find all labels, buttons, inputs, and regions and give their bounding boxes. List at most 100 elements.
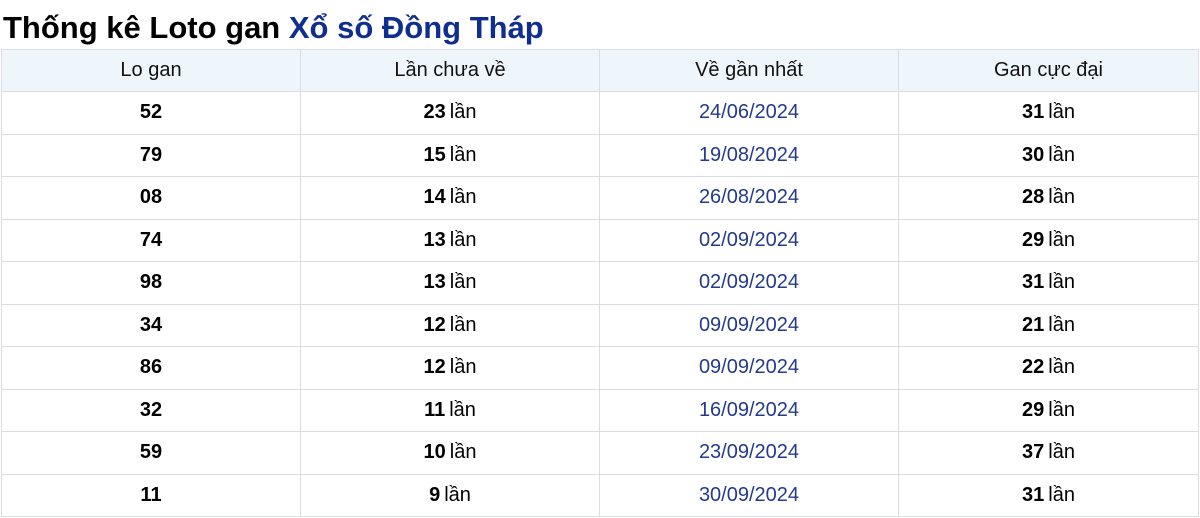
lan-chua-ve-unit: lần [449,101,477,124]
gan-cuc-dai-value: 31 [1022,271,1045,294]
gan-cuc-dai-value: 22 [1022,356,1045,379]
cell-lo-gan: 79 [1,133,301,177]
column-header-lan-chua-ve: Lần chưa về [300,49,600,92]
lan-chua-ve-value: 23 [423,101,446,124]
cell-ve-gan-nhat: 09/09/2024 [599,303,899,347]
gan-cuc-dai-value: 31 [1022,483,1045,506]
loto-gan-table: Lo gan Lần chưa về Về gần nhất Gan cực đ… [1,49,1199,517]
lan-chua-ve-value: 12 [423,356,446,379]
cell-lo-gan: 59 [1,431,301,475]
cell-lan-chua-ve: 11 lần [300,388,600,432]
gan-cuc-dai-unit: lần [1048,483,1075,506]
table-row: 98 13 lần 02/09/2024 31 lần [1,261,1199,305]
cell-ve-gan-nhat: 26/08/2024 [599,176,899,220]
lan-chua-ve-unit: lần [444,483,471,506]
lan-chua-ve-value: 9 [429,483,441,506]
cell-gan-cuc-dai: 22 lần [898,346,1199,390]
table-row: 79 15 lần 19/08/2024 30 lần [1,133,1199,177]
table-row: 11 9 lần 30/09/2024 31 lần [1,473,1199,517]
cell-lan-chua-ve: 13 lần [300,261,600,305]
cell-ve-gan-nhat: 24/06/2024 [599,91,899,135]
lan-chua-ve-value: 11 [424,398,446,421]
gan-cuc-dai-value: 31 [1022,101,1045,124]
gan-cuc-dai-value: 37 [1022,441,1045,464]
table-row: 52 23 lần 24/06/2024 31 lần [1,91,1199,135]
gan-cuc-dai-unit: lần [1048,356,1075,379]
cell-ve-gan-nhat: 16/09/2024 [599,388,899,432]
gan-cuc-dai-unit: lần [1048,441,1075,464]
cell-ve-gan-nhat: 02/09/2024 [599,218,899,262]
table-body: 52 23 lần 24/06/2024 31 lần 79 15 lần 19/08/2024 3… [1,91,1199,517]
lan-chua-ve-unit: lần [449,143,477,166]
table-row: 32 11 lần 16/09/2024 29 lần [1,388,1199,432]
table-row: 34 12 lần 09/09/2024 21 lần [1,303,1199,347]
lan-chua-ve-value: 15 [423,143,446,166]
column-header-gan-cuc-dai: Gan cực đại [898,49,1199,92]
gan-cuc-dai-unit: lần [1048,101,1075,124]
cell-ve-gan-nhat: 02/09/2024 [599,261,899,305]
lan-chua-ve-unit: lần [449,228,477,251]
gan-cuc-dai-value: 30 [1022,143,1045,166]
cell-lan-chua-ve: 23 lần [300,91,600,135]
gan-cuc-dai-unit: lần [1048,398,1075,421]
table-row: 59 10 lần 23/09/2024 37 lần [1,431,1199,475]
gan-cuc-dai-unit: lần [1048,313,1075,336]
cell-lan-chua-ve: 14 lần [300,176,600,220]
column-header-lo-gan: Lo gan [1,49,301,92]
lan-chua-ve-unit: lần [449,398,476,421]
cell-lo-gan: 11 [1,473,301,517]
page-title-prefix: Thống kê Loto gan [3,10,281,45]
cell-ve-gan-nhat: 19/08/2024 [599,133,899,177]
cell-ve-gan-nhat: 23/09/2024 [599,431,899,475]
cell-ve-gan-nhat: 30/09/2024 [599,473,899,517]
page-title-accent: Xổ số Đồng Tháp [288,10,544,45]
cell-lan-chua-ve: 12 lần [300,303,600,347]
gan-cuc-dai-unit: lần [1048,271,1075,294]
lan-chua-ve-value: 12 [423,313,446,336]
table-row: 08 14 lần 26/08/2024 28 lần [1,176,1199,220]
lan-chua-ve-value: 10 [423,441,446,464]
cell-gan-cuc-dai: 31 lần [898,261,1199,305]
cell-lo-gan: 86 [1,346,301,390]
lan-chua-ve-unit: lần [449,313,477,336]
cell-lan-chua-ve: 12 lần [300,346,600,390]
cell-ve-gan-nhat: 09/09/2024 [599,346,899,390]
lan-chua-ve-unit: lần [449,186,477,209]
gan-cuc-dai-value: 29 [1022,398,1045,421]
cell-lan-chua-ve: 13 lần [300,218,600,262]
column-header-ve-gan-nhat: Về gần nhất [599,49,899,92]
gan-cuc-dai-value: 29 [1022,228,1045,251]
cell-gan-cuc-dai: 30 lần [898,133,1199,177]
cell-gan-cuc-dai: 29 lần [898,218,1199,262]
cell-lo-gan: 34 [1,303,301,347]
gan-cuc-dai-value: 28 [1022,186,1045,209]
lan-chua-ve-unit: lần [449,441,477,464]
cell-gan-cuc-dai: 21 lần [898,303,1199,347]
cell-lo-gan: 08 [1,176,301,220]
page: Thống kê Loto gan Xổ số Đồng Tháp Lo gan… [0,0,1200,518]
cell-gan-cuc-dai: 31 lần [898,473,1199,517]
cell-gan-cuc-dai: 37 lần [898,431,1199,475]
cell-lo-gan: 32 [1,388,301,432]
cell-gan-cuc-dai: 29 lần [898,388,1199,432]
gan-cuc-dai-unit: lần [1048,228,1075,251]
cell-gan-cuc-dai: 28 lần [898,176,1199,220]
cell-lan-chua-ve: 9 lần [300,473,600,517]
table-header-row: Lo gan Lần chưa về Về gần nhất Gan cực đ… [1,49,1199,92]
lan-chua-ve-value: 14 [423,186,446,209]
cell-lan-chua-ve: 15 lần [300,133,600,177]
cell-lo-gan: 74 [1,218,301,262]
page-title: Thống kê Loto gan Xổ số Đồng Tháp [3,8,544,48]
gan-cuc-dai-value: 21 [1022,313,1045,336]
lan-chua-ve-value: 13 [423,271,446,294]
gan-cuc-dai-unit: lần [1048,186,1075,209]
cell-lo-gan: 52 [1,91,301,135]
gan-cuc-dai-unit: lần [1048,143,1075,166]
table-row: 86 12 lần 09/09/2024 22 lần [1,346,1199,390]
lan-chua-ve-value: 13 [423,228,446,251]
lan-chua-ve-unit: lần [449,271,477,294]
table-row: 74 13 lần 02/09/2024 29 lần [1,218,1199,262]
table-header: Lo gan Lần chưa về Về gần nhất Gan cực đ… [1,49,1199,92]
cell-lo-gan: 98 [1,261,301,305]
cell-lan-chua-ve: 10 lần [300,431,600,475]
